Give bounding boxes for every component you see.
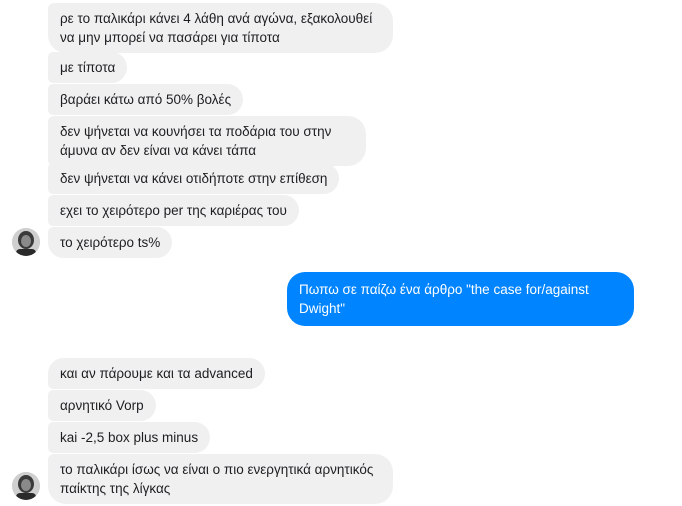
user-avatar-icon [12,228,40,256]
incoming-message[interactable]: αρνητικό Vorp [48,390,156,421]
user-avatar-icon [12,472,40,500]
incoming-message[interactable]: kai -2,5 box plus minus [48,422,211,453]
contact-avatar[interactable] [12,228,40,256]
incoming-message[interactable]: το παλικάρι ίσως να είναι ο πιο ενεργητι… [48,454,393,504]
contact-avatar[interactable] [12,472,40,500]
outgoing-message[interactable]: Πωπω σε παίζω ένα άρθρο "the case for/ag… [287,272,634,326]
incoming-message[interactable]: με τίποτα [48,52,128,83]
incoming-message[interactable]: το χειρότερο ts% [48,227,173,258]
incoming-message[interactable]: δεν ψήνεται να κουνήσει τα ποδάρια του σ… [48,116,366,166]
incoming-message[interactable]: βαράει κάτω από 50% βολές [48,84,244,115]
incoming-message[interactable]: δεν ψήνεται να κάνει οτιδήποτε στην επίθ… [48,163,340,194]
incoming-message[interactable]: εχει το χειρότερο per της καριέρας του [48,195,299,226]
incoming-message[interactable]: και αν πάρουμε και τα advanced [48,358,265,389]
chat-thread: ρε το παλικάρι κάνει 4 λάθη ανά αγώνα, ε… [0,0,682,506]
incoming-message[interactable]: ρε το παλικάρι κάνει 4 λάθη ανά αγώνα, ε… [48,3,393,53]
